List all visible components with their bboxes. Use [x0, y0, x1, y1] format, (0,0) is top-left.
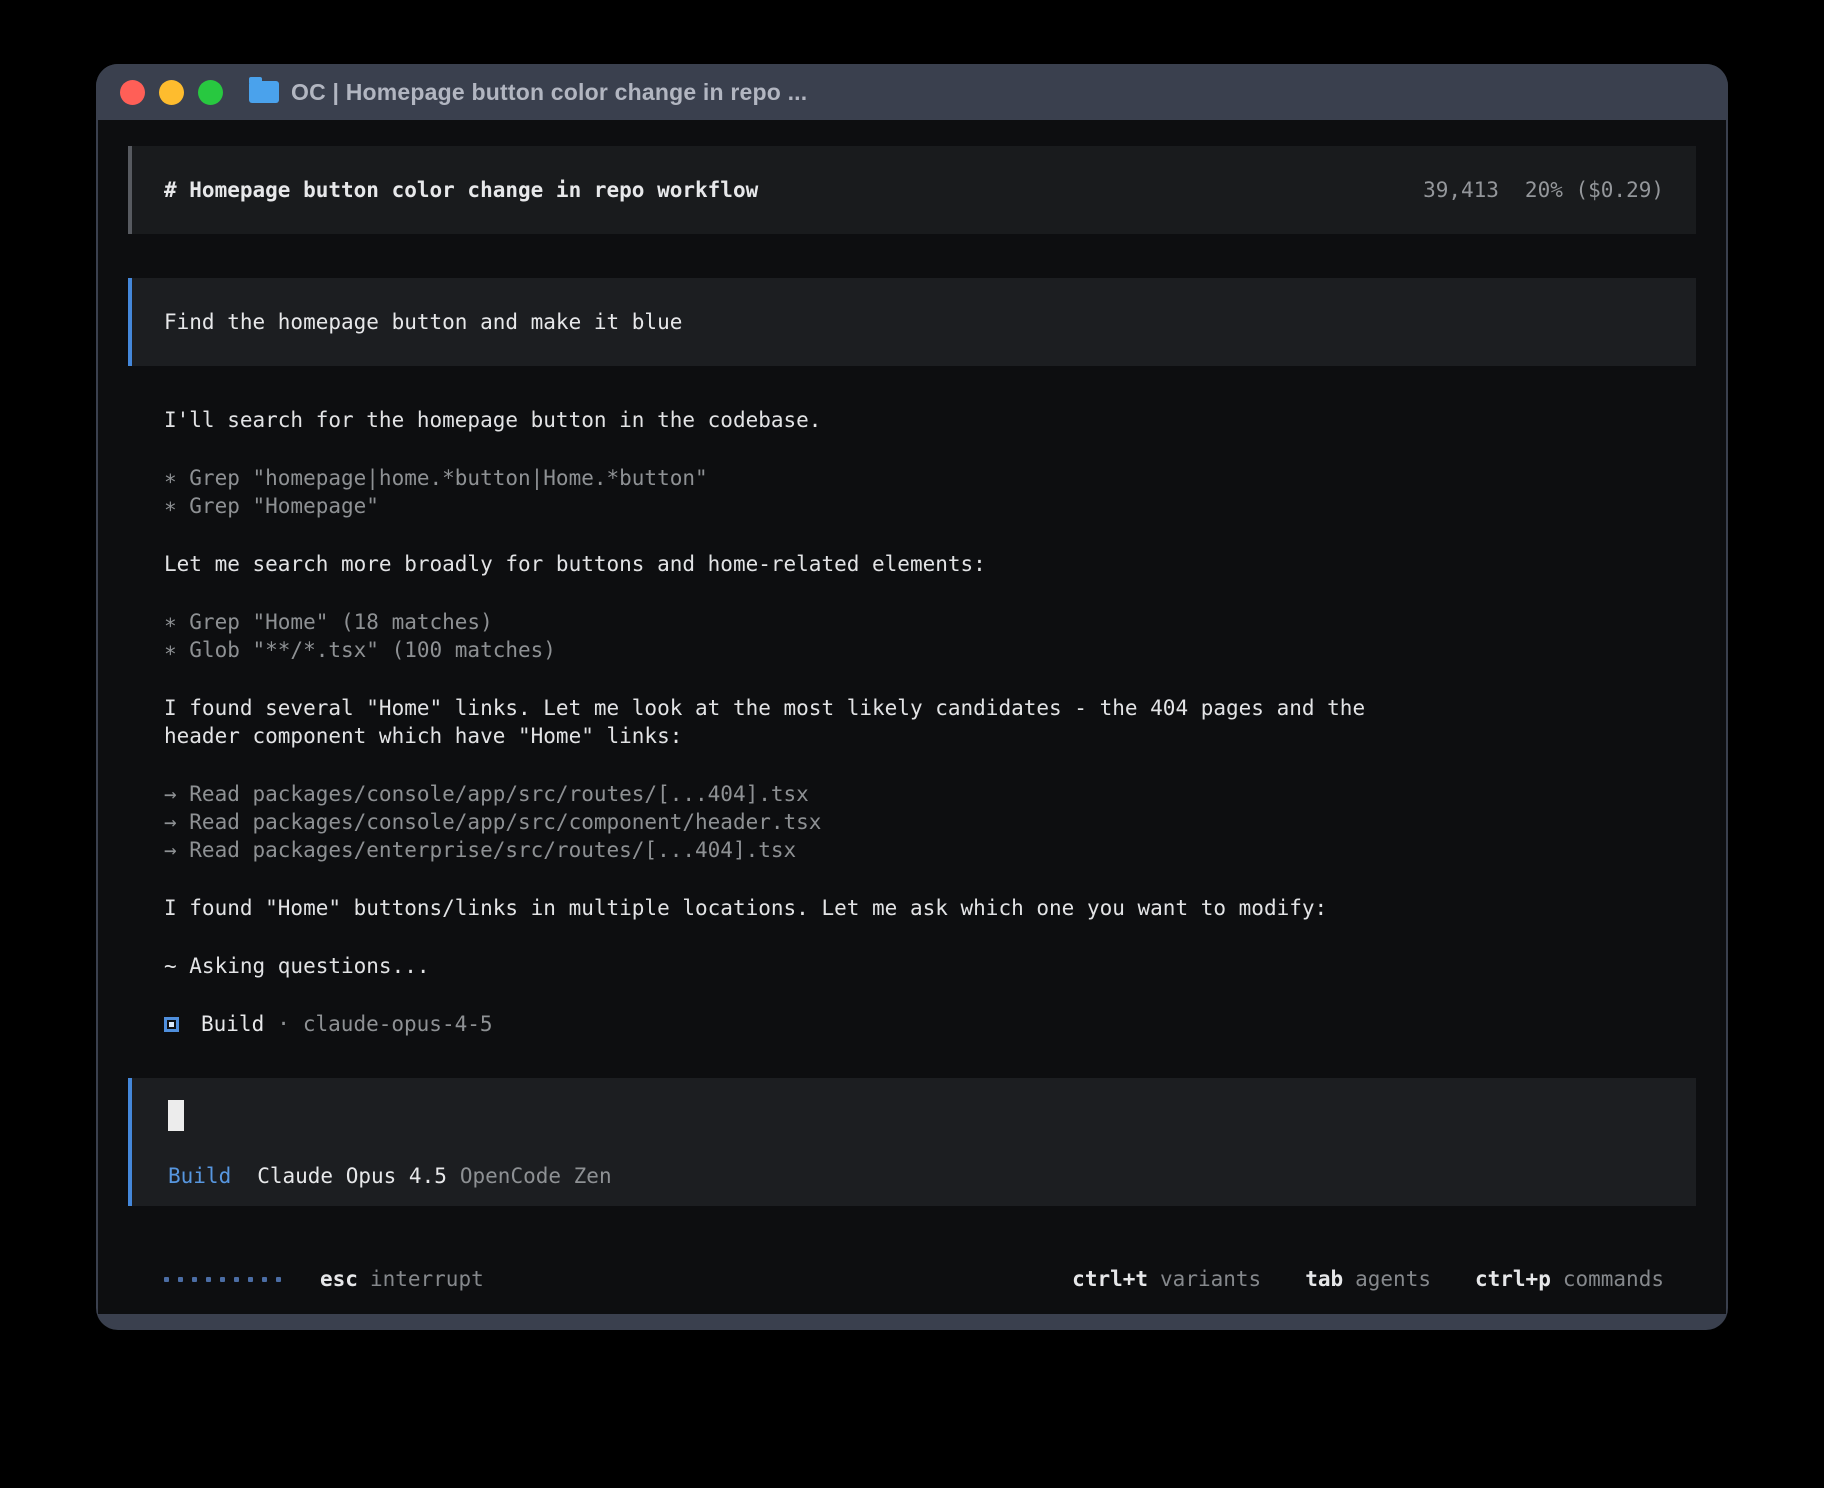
terminal-window: OC | Homepage button color change in rep… — [96, 64, 1728, 1330]
tool-call-line: ∗ Glob "**/*.tsx" (100 matches) — [164, 636, 1696, 664]
user-message: Find the homepage button and make it blu… — [128, 278, 1696, 366]
shortcut-hints: ctrl+t variants tab agents ctrl+p comman… — [1028, 1267, 1664, 1291]
assistant-text-line: header component which have "Home" links… — [164, 722, 1696, 750]
spinner-dot — [206, 1277, 211, 1282]
model-label: Claude Opus 4.5 — [257, 1164, 447, 1188]
commands-hint: ctrl+p commands — [1475, 1267, 1664, 1291]
esc-key-label: esc — [320, 1267, 358, 1291]
tool-call-line: ∗ Grep "homepage|home.*button|Home.*butt… — [164, 464, 1696, 492]
spinner-dots — [164, 1277, 290, 1282]
ctrl-t-key-label: ctrl+t — [1072, 1267, 1148, 1291]
user-message-text: Find the homepage button and make it blu… — [164, 310, 682, 334]
tool-call-group: → Read packages/console/app/src/routes/[… — [164, 780, 1696, 864]
agent-model: claude-opus-4-5 — [303, 1010, 493, 1038]
spinner-dot — [220, 1277, 225, 1282]
text-cursor — [168, 1100, 184, 1131]
maximize-button[interactable] — [198, 80, 223, 105]
spinner-dot — [178, 1277, 183, 1282]
session-header: # Homepage button color change in repo w… — [128, 146, 1696, 234]
agent-name: Build — [201, 1010, 264, 1038]
tool-call-line: → Read packages/console/app/src/componen… — [164, 808, 1696, 836]
spinner-dot — [192, 1277, 197, 1282]
assistant-paragraph: I found several "Home" links. Let me loo… — [164, 694, 1696, 750]
tab-key-label: tab — [1305, 1267, 1343, 1291]
assistant-paragraph: I found "Home" buttons/links in multiple… — [164, 894, 1696, 922]
assistant-text-line: ~ Asking questions... — [164, 952, 1696, 980]
mode-label: Build — [168, 1164, 231, 1188]
spinner-dot — [234, 1277, 239, 1282]
context-cost: 20% ($0.29) — [1525, 178, 1664, 202]
provider-label: OpenCode Zen — [460, 1164, 612, 1188]
terminal-content: # Homepage button color change in repo w… — [98, 120, 1726, 1314]
spinner-dot — [248, 1277, 253, 1282]
spinner-dot — [262, 1277, 267, 1282]
interrupt-hint: esc interrupt — [320, 1267, 484, 1291]
agent-separator: · — [277, 1010, 290, 1038]
agents-hint: tab agents — [1305, 1267, 1431, 1291]
tool-call-line: → Read packages/enterprise/src/routes/[.… — [164, 836, 1696, 864]
assistant-text-line: I found "Home" buttons/links in multiple… — [164, 894, 1696, 922]
tool-call-line: ∗ Grep "Homepage" — [164, 492, 1696, 520]
ctrl-p-key-label: ctrl+p — [1475, 1267, 1551, 1291]
agent-status-row: Build · claude-opus-4-5 — [164, 1010, 1696, 1038]
agent-build-icon — [164, 1017, 179, 1032]
tool-call-line: → Read packages/console/app/src/routes/[… — [164, 780, 1696, 808]
tool-call-group: ∗ Grep "Home" (18 matches) ∗ Glob "**/*.… — [164, 608, 1696, 664]
minimize-button[interactable] — [159, 80, 184, 105]
agents-label: agents — [1355, 1267, 1431, 1291]
assistant-text-line: I found several "Home" links. Let me loo… — [164, 694, 1696, 722]
assistant-messages: I'll search for the homepage button in t… — [128, 406, 1696, 1038]
session-stats: 39,413 20% ($0.29) — [1423, 178, 1664, 202]
prompt-input[interactable]: Build Claude Opus 4.5 OpenCode Zen — [128, 1078, 1696, 1206]
token-count: 39,413 — [1423, 178, 1499, 202]
window-title: OC | Homepage button color change in rep… — [291, 79, 807, 106]
assistant-paragraph: I'll search for the homepage button in t… — [164, 406, 1696, 434]
assistant-paragraph: Let me search more broadly for buttons a… — [164, 550, 1696, 578]
tool-call-group: ∗ Grep "homepage|home.*button|Home.*butt… — [164, 464, 1696, 520]
tool-call-line: ∗ Grep "Home" (18 matches) — [164, 608, 1696, 636]
status-bar: esc interrupt ctrl+t variants tab agents… — [128, 1252, 1696, 1300]
titlebar: OC | Homepage button color change in rep… — [96, 64, 1728, 120]
interrupt-label: interrupt — [370, 1267, 484, 1291]
spinner-dot — [276, 1277, 281, 1282]
close-button[interactable] — [120, 80, 145, 105]
session-title: # Homepage button color change in repo w… — [164, 178, 758, 202]
commands-label: commands — [1563, 1267, 1664, 1291]
folder-icon — [249, 81, 279, 103]
assistant-text-line: I'll search for the homepage button in t… — [164, 406, 1696, 434]
spinner-dot — [164, 1277, 169, 1282]
assistant-paragraph: ~ Asking questions... — [164, 952, 1696, 980]
assistant-text-line: Let me search more broadly for buttons a… — [164, 550, 1696, 578]
variants-label: variants — [1160, 1267, 1261, 1291]
variants-hint: ctrl+t variants — [1072, 1267, 1261, 1291]
model-info-row: Build Claude Opus 4.5 OpenCode Zen — [168, 1164, 1664, 1188]
